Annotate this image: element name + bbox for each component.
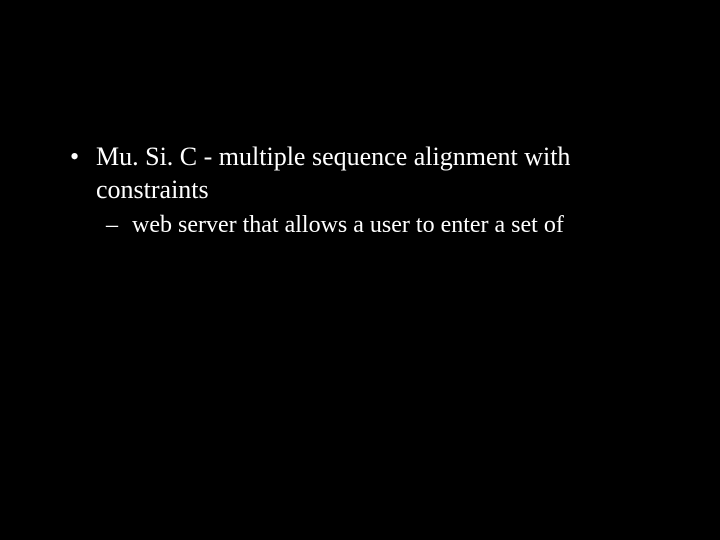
sub-bullet-item: – web server that allows a user to enter… — [60, 210, 660, 240]
slide-content: • Mu. Si. C - multiple sequence alignmen… — [0, 140, 720, 240]
bullet-marker: • — [60, 140, 96, 174]
bullet-text: Mu. Si. C - multiple sequence alignment … — [96, 140, 660, 206]
bullet-item: • Mu. Si. C - multiple sequence alignmen… — [60, 140, 660, 206]
sub-bullet-text: web server that allows a user to enter a… — [132, 210, 564, 240]
sub-bullet-marker: – — [106, 210, 132, 240]
slide: • Mu. Si. C - multiple sequence alignmen… — [0, 0, 720, 540]
